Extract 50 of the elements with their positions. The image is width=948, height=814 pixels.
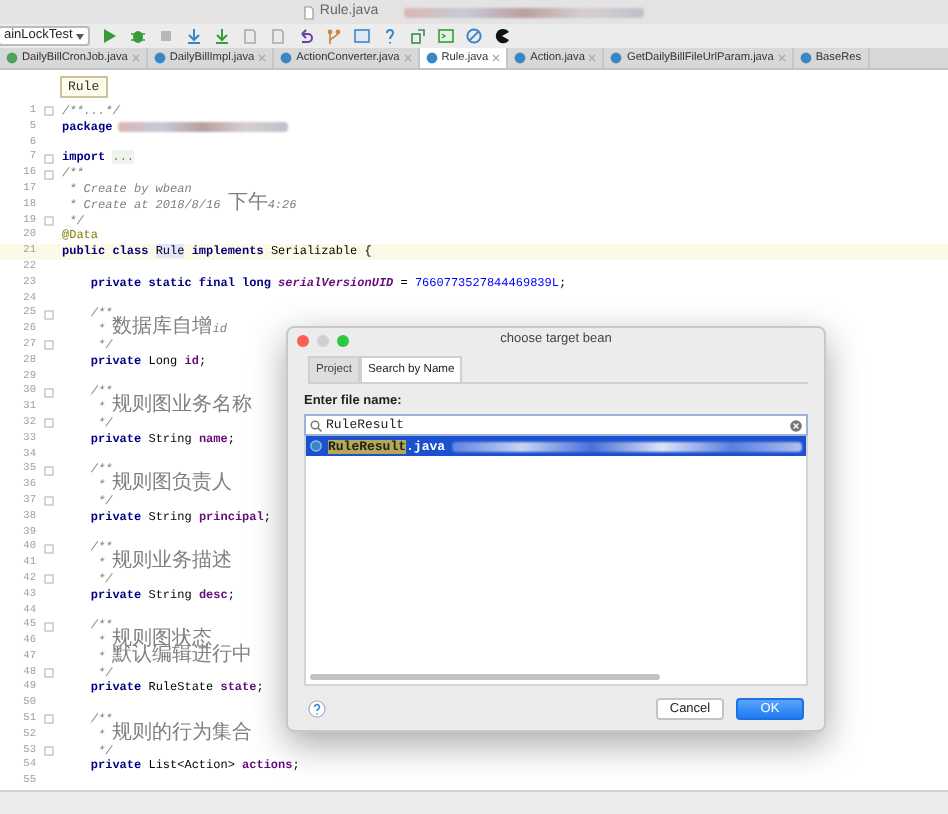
fold-marker-icon[interactable]	[44, 340, 54, 351]
undo-icon[interactable]	[298, 28, 315, 44]
fold-marker-icon[interactable]	[44, 387, 54, 398]
export-icon[interactable]	[410, 28, 427, 44]
window-controls-icon[interactable]	[296, 334, 350, 348]
fold-marker-icon[interactable]	[44, 746, 54, 757]
blocked-icon[interactable]	[466, 28, 483, 44]
file-icon	[303, 5, 314, 19]
close-icon[interactable]	[131, 54, 140, 62]
structure-icon[interactable]	[354, 28, 371, 44]
fold-marker-icon[interactable]	[44, 215, 54, 226]
horizontal-scrollbar[interactable]	[310, 674, 660, 680]
fold-marker-icon[interactable]	[44, 668, 54, 679]
download-arrow-icon[interactable]	[214, 28, 231, 44]
fold-marker-icon[interactable]	[44, 496, 54, 507]
fold-marker-icon[interactable]	[44, 169, 54, 180]
search-icon	[310, 419, 322, 431]
fold-marker-icon[interactable]	[44, 309, 54, 320]
fold-marker-icon[interactable]	[44, 465, 54, 476]
terminal-icon[interactable]	[438, 28, 455, 44]
pacman-icon[interactable]	[494, 28, 511, 44]
fold-marker-icon[interactable]	[44, 418, 54, 429]
bug-icon[interactable]	[130, 28, 147, 44]
class-icon	[153, 52, 166, 64]
class-icon	[799, 52, 812, 64]
close-icon[interactable]	[777, 54, 786, 62]
fold-marker-icon[interactable]	[44, 153, 54, 164]
class-icon	[280, 52, 293, 64]
fold-marker-icon[interactable]	[44, 106, 54, 117]
fold-marker-icon[interactable]	[44, 543, 54, 554]
fold-marker-icon[interactable]	[44, 714, 54, 725]
close-icon[interactable]	[588, 54, 597, 62]
class-icon	[610, 52, 623, 64]
stop-icon[interactable]	[158, 28, 175, 44]
clear-icon[interactable]	[790, 419, 802, 431]
close-icon[interactable]	[492, 54, 501, 62]
fold-marker-icon[interactable]	[44, 574, 54, 585]
fold-marker-icon[interactable]	[44, 621, 54, 632]
class-icon	[514, 52, 527, 64]
download-arrow-icon[interactable]	[186, 28, 203, 44]
class-icon	[425, 52, 438, 64]
caret-icon	[76, 33, 85, 39]
help-icon[interactable]	[308, 699, 326, 717]
help-icon[interactable]	[382, 28, 399, 44]
close-icon[interactable]	[403, 54, 412, 62]
branch-icon[interactable]	[326, 28, 343, 44]
class-icon	[310, 440, 322, 452]
interface-icon	[6, 52, 18, 64]
close-icon[interactable]	[258, 54, 267, 62]
play-icon[interactable]	[102, 28, 119, 44]
